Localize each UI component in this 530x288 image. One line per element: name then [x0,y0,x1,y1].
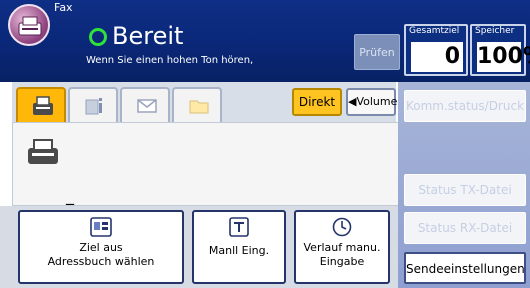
status-rx-button[interactable]: Status RX-Datei [404,212,526,244]
clock-icon [332,217,352,237]
counter-memory-label: Speicher [475,26,515,36]
history-button[interactable]: Verlauf manu. Eingabe [294,210,390,284]
destination-cursor: _ [66,186,74,205]
total-destinations-counter: Gesamtziel 0 [404,24,468,76]
mail-tab-icon [137,99,157,113]
pruefen-button[interactable]: Prüfen [354,34,400,70]
status-tx-button[interactable]: Status TX-Datei [404,174,526,206]
fax-destination-icon [28,139,58,164]
tab-info[interactable] [68,87,118,123]
adressbuch-label-2: Adressbuch wählen [47,255,155,268]
folder-tab-icon [189,100,209,114]
komm-status-button[interactable]: Komm.status/Druck [404,90,526,122]
adressbuch-label-1: Ziel aus [79,241,123,254]
counter-memory-value: 100% [477,42,530,72]
ready-status-icon [89,28,107,46]
counter-total-label: Gesamtziel [409,26,460,36]
addressbook-icon [90,217,112,237]
memory-counter: Speicher 100% [470,24,530,76]
app-title: Fax [54,1,73,14]
fax-tab-icon [33,96,53,115]
volume-button[interactable]: ◀Volumen [346,88,404,116]
tab-fax[interactable] [16,87,66,123]
info-tab-icon [85,98,102,115]
fax-logo-icon [8,4,50,46]
status-header: Fax Bereit Wenn Sie einen hohen Ton höre… [0,0,530,82]
history-label-1: Verlauf manu. [303,241,381,254]
counter-total-value: 0 [411,42,463,72]
tab-folder[interactable] [172,87,222,123]
manual-entry-button[interactable]: Manll Eing. [192,210,286,284]
direkt-button[interactable]: Direkt [292,88,342,116]
fax-screen: Fax Bereit Wenn Sie einen hohen Ton höre… [0,0,530,288]
tab-mail[interactable] [120,87,170,123]
manual-entry-label: Manll Eing. [208,244,270,257]
status-text: Bereit [112,22,184,50]
status-hint: Wenn Sie einen hohen Ton hören, [86,55,254,66]
adressbuch-button[interactable]: Ziel aus Adressbuch wählen [18,210,184,284]
sendeeinstellungen-button[interactable]: Sendeeinstellungen [404,252,526,284]
history-label-2: Eingabe [319,255,365,268]
manual-entry-icon [229,217,249,237]
